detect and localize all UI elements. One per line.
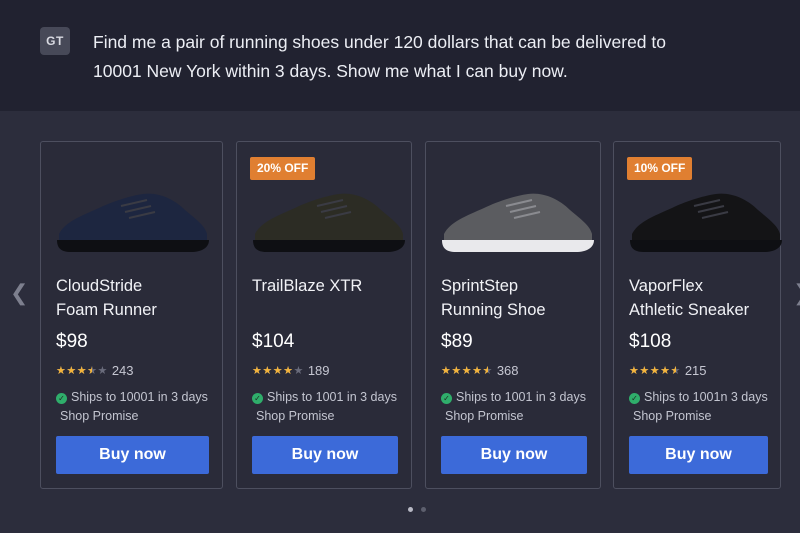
shipping-text: Ships to 1001 in 3 days [456,390,586,404]
shipping-text: Ships to 1001n 3 days [644,390,768,404]
shoe-image [253,193,405,252]
product-price: $98 [56,331,88,352]
user-avatar: GT [40,27,70,55]
product-name[interactable]: TrailBlaze XTR [252,274,417,298]
check-circle-icon: ✓ [441,393,452,404]
product-name[interactable]: CloudStride Foam Runner [56,274,221,322]
product-name-line-1: CloudStride [56,277,143,295]
product-name-line-2: Athletic Sneaker [629,301,750,319]
shop-promise: Shop Promise [60,409,139,423]
product-card[interactable]: 20% OFF TrailBlaze XTR $104 ★★★★★★★★★★ 1… [236,141,412,489]
shipping-text: Ships to 1001 in 3 days [267,390,397,404]
product-name-line-2: Foam Runner [56,301,157,319]
star-rating-icon: ★★★★★★★★★★ [252,364,304,377]
buy-now-button[interactable]: Buy now [56,436,209,474]
product-card[interactable]: 10% OFF VaporFlex Athletic Sneaker $108 … [613,141,782,489]
prompt-line-1: Find me a pair of running shoes under 12… [93,32,666,52]
shipping-text: Ships to 10001 in 3 days [71,390,208,404]
review-count: 368 [496,362,519,378]
shipping-info: ✓ Ships to 10001 in 3 days Shop Promise [56,388,231,426]
shipping-info: ✓ Ships to 1001n 3 days Shop Promise [629,388,800,426]
prompt-bar: GT Find me a pair of running shoes under… [0,0,800,111]
product-name[interactable]: SprintStep Running Shoe [441,274,606,322]
buy-now-button[interactable]: Buy now [252,436,398,474]
check-circle-icon: ✓ [629,393,640,404]
product-rating: ★★★★★★★★★★ 215 [629,362,707,378]
chevron-left-icon[interactable]: ❮ [10,280,28,306]
product-name-line-2: Running Shoe [441,301,546,319]
product-price: $104 [252,331,295,352]
shop-promise: Shop Promise [256,409,335,423]
shoe-image [57,193,209,252]
product-name[interactable]: VaporFlex Athletic Sneaker [629,274,794,322]
shop-promise: Shop Promise [633,409,712,423]
product-price: $89 [441,331,473,352]
check-circle-icon: ✓ [252,393,263,404]
shipping-info: ✓ Ships to 1001 in 3 days Shop Promise [252,388,427,426]
product-name-line-1: VaporFlex [629,277,703,295]
product-card[interactable]: SprintStep Running Shoe $89 ★★★★★★★★★★ 3… [425,141,601,489]
buy-now-button[interactable]: Buy now [629,436,768,474]
prompt-line-2: 10001 New York within 3 days. Show me wh… [93,61,568,81]
pagination-dot[interactable] [408,507,413,512]
star-rating-icon: ★★★★★★★★★★ [629,364,681,377]
review-count: 189 [307,362,330,378]
star-rating-icon: ★★★★★★★★★★ [56,364,108,377]
shoe-image [442,193,594,252]
review-count: 215 [684,362,707,378]
check-circle-icon: ✓ [56,393,67,404]
carousel-pagination [408,507,426,512]
review-count: 243 [111,362,134,378]
chevron-right-icon[interactable]: ❯ [793,280,800,306]
product-rating: ★★★★★★★★★★ 368 [441,362,519,378]
discount-badge: 10% OFF [627,157,693,180]
product-name-line-1: SprintStep [441,277,519,295]
discount-badge: 20% OFF [250,157,316,180]
shoe-image [630,193,782,252]
prompt-message: Find me a pair of running shoes under 12… [93,28,733,86]
product-name-line-1: TrailBlaze XTR [252,277,363,295]
shop-promise: Shop Promise [445,409,524,423]
product-price: $108 [629,331,672,352]
buy-now-button[interactable]: Buy now [441,436,587,474]
product-card[interactable]: CloudStride Foam Runner $98 ★★★★★★★★★★ 2… [40,141,223,489]
product-rating: ★★★★★★★★★★ 243 [56,362,134,378]
pagination-dot[interactable] [421,507,426,512]
shipping-info: ✓ Ships to 1001 in 3 days Shop Promise [441,388,616,426]
product-rating: ★★★★★★★★★★ 189 [252,362,330,378]
star-rating-icon: ★★★★★★★★★★ [441,364,493,377]
